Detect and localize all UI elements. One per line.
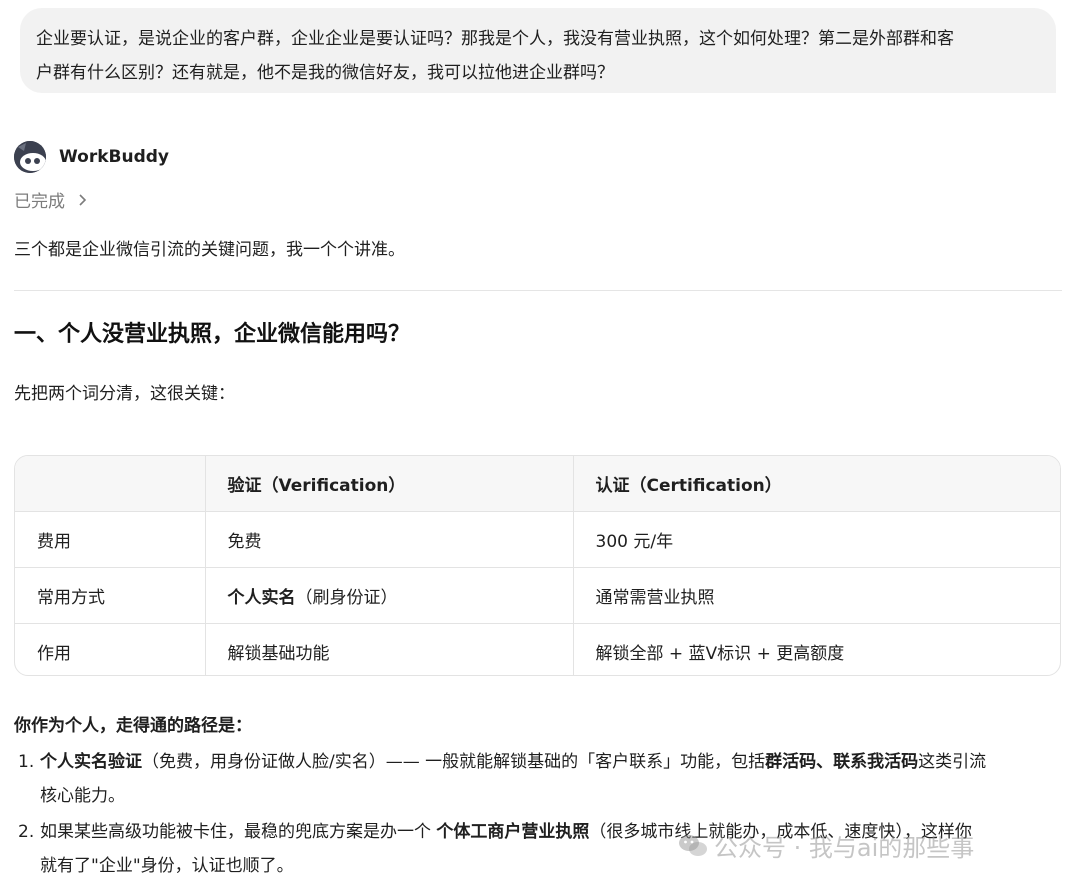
table-row: 费用 免费 300 元/年 [15,511,1060,568]
table-cell: 免费 [205,511,574,568]
assistant-header: WorkBuddy [14,141,169,173]
path-heading: 你作为个人，走得通的路径是： [14,716,252,736]
list-item-body: 个人实名验证（免费，用身份证做人脸/实名）—— 一般就能解锁基础的「客户联系」功… [40,745,1058,813]
avatar [14,141,46,173]
watermark: 公众号 · 我与ai的那些事 [678,828,974,863]
list-item: 1. 个人实名验证（免费，用身份证做人脸/实名）—— 一般就能解锁基础的「客户联… [18,745,1058,813]
steps-list: 1. 个人实名验证（免费，用身份证做人脸/实名）—— 一般就能解锁基础的「客户联… [18,745,1058,885]
user-message-line: 户群有什么区别？还有就是，他不是我的微信好友，我可以拉他进企业群吗？ [36,63,614,83]
list-text: 如果某些高级功能被卡住，最稳的兜底方案是办一个 [40,822,437,842]
table-cell-label: 作用 [15,623,206,675]
assistant-name: WorkBuddy [59,147,169,167]
list-text: 核心能力。 [40,786,125,806]
table-header-cell [15,456,206,512]
bold-text: 联系我活码 [833,752,919,772]
bold-text: 个体工商户营业执照 [436,822,590,842]
user-message-bubble: 企业要认证，是说企业的客户群，企业企业是要认证吗？那我是个人，我没有营业执照，这… [20,8,1056,93]
assistant-intro: 三个都是企业微信引流的关键问题，我一个个讲准。 [14,240,405,260]
table-header-cell: 认证（Certification） [573,456,1060,512]
comparison-table: 验证（Verification） 认证（Certification） 费用 免费… [14,455,1061,676]
list-text: 这类引流 [918,752,987,772]
divider [14,290,1062,291]
table-row: 常用方式 个人实名（刷身份证） 通常需营业执照 [15,567,1060,624]
table-cell-label: 常用方式 [15,567,206,624]
table-header-row: 验证（Verification） 认证（Certification） [15,456,1060,512]
list-text: 就有了"企业"身份，认证也顺了。 [40,856,294,876]
chevron-right-icon [79,193,87,206]
bold-text: 个人实名验证 [40,752,142,772]
list-number: 1. [18,752,35,772]
table-cell: 通常需营业执照 [573,567,1060,624]
status-label: 已完成 [14,192,65,212]
table-row: 作用 解锁基础功能 解锁全部 + 蓝V标识 + 更高额度 [15,623,1060,675]
table-cell: 解锁基础功能 [205,623,574,675]
table-cell: 解锁全部 + 蓝V标识 + 更高额度 [595,644,845,664]
completion-status-toggle[interactable]: 已完成 [14,187,87,212]
bold-text: 、 [816,752,834,772]
table-cell-text: （刷身份证） [295,588,398,608]
wechat-icon [679,834,707,856]
table-header-cell: 验证（Verification） [205,456,574,512]
watermark-text: 公众号 · 我与ai的那些事 [714,834,975,862]
table-cell: 个人实名（刷身份证） [205,567,574,624]
bold-text: 群活码 [765,752,817,772]
user-message-line: 企业要认证，是说企业的客户群，企业企业是要认证吗？那我是个人，我没有营业执照，这… [36,29,954,49]
table-cell-label: 费用 [15,511,206,568]
table-cell: 300 元/年 [573,511,1060,568]
bold-text: 个人实名 [227,588,296,608]
bot-avatar-icon [14,141,46,173]
lead-paragraph: 先把两个词分清，这很关键： [14,384,235,404]
list-text: （免费，用身份证做人脸/实名）—— 一般就能解锁基础的「客户联系」功能，包括 [142,752,766,772]
section-heading: 一、个人没营业执照，企业微信能用吗？ [14,322,411,347]
list-number: 2. [18,822,35,842]
